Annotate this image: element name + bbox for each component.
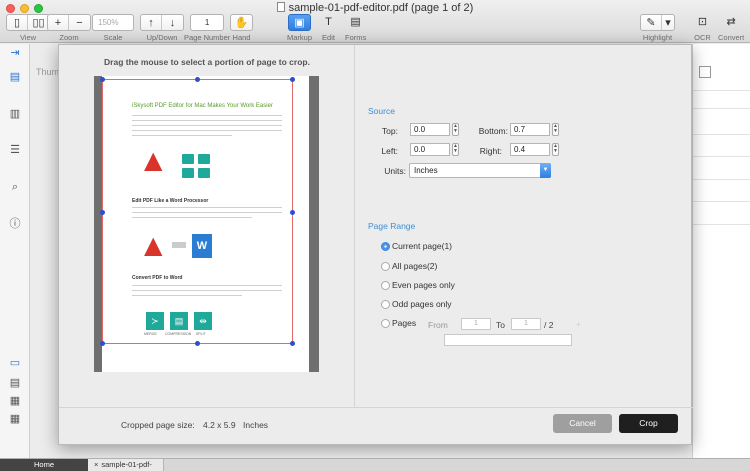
convert-icon[interactable]: ⇄	[721, 14, 742, 29]
single-page-view-icon[interactable]: ▯	[7, 15, 28, 30]
edit-group: T Edit	[318, 14, 339, 43]
hand-tool-icon[interactable]: ✋	[231, 15, 252, 30]
grid-page-icon[interactable]: ▦	[8, 413, 22, 425]
right-side-panel	[692, 44, 750, 458]
top-stepper[interactable]: ▲ ▼	[452, 123, 459, 136]
right-stepper[interactable]: ▲ ▼	[552, 143, 559, 156]
markup-group: ▣ Markup	[287, 14, 312, 42]
bottom-stepper[interactable]: ▲ ▼	[552, 123, 559, 136]
crop-handle-bottom[interactable]	[195, 341, 200, 346]
radio-button[interactable]	[381, 318, 390, 328]
panel-toggle-icon[interactable]	[699, 66, 711, 78]
thumbnails-icon[interactable]: ▤	[8, 71, 22, 83]
forms-icon[interactable]: ▤	[345, 14, 366, 29]
top-input[interactable]: 0.0	[410, 123, 450, 136]
ocr-group: ⊡ OCR	[692, 14, 713, 42]
view-group: ▯ ▯▯ View	[6, 14, 50, 42]
page-up-button[interactable]: ↑	[141, 15, 162, 30]
left-stepper[interactable]: ▲ ▼	[452, 143, 459, 156]
zoom-in-button[interactable]: +	[48, 15, 69, 30]
crop-button[interactable]: Crop	[619, 414, 678, 433]
bottom-input[interactable]: 0.7	[510, 123, 550, 136]
scale-field[interactable]: 150%	[92, 14, 134, 31]
page-number-input[interactable]: 1	[190, 14, 225, 31]
right-input[interactable]: 0.4	[510, 143, 550, 156]
window-title: sample-01-pdf-editor.pdf (page 1 of 2)	[0, 2, 750, 14]
highlight-dropdown-icon[interactable]: ▾	[662, 15, 674, 30]
highlight-pen-icon[interactable]: ✎	[641, 15, 662, 30]
continuous-page-icon[interactable]: ▤	[8, 377, 22, 389]
single-page-icon[interactable]: ▭	[8, 357, 22, 369]
bookmarks-icon[interactable]: ▥	[8, 108, 22, 120]
updown-group: ↑ ↓ Up/Down	[140, 14, 184, 42]
forms-group: ▤ Forms	[345, 14, 367, 42]
outline-list-icon[interactable]: ☰	[8, 144, 22, 156]
crop-dialog: Drag the mouse to select a portion of pa…	[58, 44, 693, 446]
left-sidebar: ⇥ ▤ ▥ ☰ ⌕ ⓘ ▭ ▤ ▦ ▦	[0, 44, 30, 458]
zoom-group: + − Zoom	[47, 14, 91, 42]
hand-group: ✋ Hand	[230, 14, 253, 42]
page-number-group: 1 Page Number	[184, 14, 230, 42]
left-input[interactable]: 0.0	[410, 143, 450, 156]
crop-handle-top-left[interactable]	[100, 77, 105, 82]
radio-button[interactable]	[381, 241, 390, 251]
crop-preview-pane: Drag the mouse to select a portion of pa…	[59, 45, 355, 407]
add-range-icon[interactable]: +	[576, 319, 581, 329]
cancel-button[interactable]: Cancel	[553, 414, 612, 433]
to-page-input[interactable]: 1	[511, 318, 541, 330]
units-select[interactable]: Inches ▼	[409, 163, 551, 178]
crop-handle-right[interactable]	[290, 210, 295, 215]
crop-handle-bottom-left[interactable]	[100, 341, 105, 346]
cropped-size-value: 4.2 x 5.9	[203, 420, 236, 430]
info-icon[interactable]: ⓘ	[8, 218, 22, 230]
radio-even-pages[interactable]: Even pages only	[381, 280, 455, 290]
page-range-heading: Page Range	[368, 221, 416, 231]
crop-selection-box[interactable]	[100, 77, 295, 346]
from-page-input[interactable]: 1	[461, 318, 491, 330]
ocr-icon[interactable]: ⊡	[692, 14, 713, 29]
radio-button[interactable]	[381, 299, 390, 309]
crop-instruction: Drag the mouse to select a portion of pa…	[104, 57, 310, 67]
document-icon	[276, 2, 285, 12]
crop-handle-bottom-right[interactable]	[290, 341, 295, 346]
search-icon[interactable]: ⌕	[8, 181, 22, 193]
page-preview[interactable]: iSkysoft PDF Editor for Mac Makes Your W…	[94, 76, 319, 372]
markup-icon[interactable]: ▣	[289, 15, 310, 30]
radio-odd-pages[interactable]: Odd pages only	[381, 299, 452, 309]
zoom-out-button[interactable]: −	[69, 15, 90, 30]
crop-settings-pane: Source Top: 0.0 ▲ ▼ Bottom: 0.7 ▲ ▼ Left: …	[356, 45, 693, 407]
pages-range-input[interactable]	[444, 334, 572, 346]
chevron-down-icon: ▼	[540, 163, 551, 178]
sidebar-toggle-icon[interactable]: ⇥	[8, 47, 22, 59]
radio-button[interactable]	[381, 261, 390, 271]
tab-home[interactable]: Home	[0, 459, 88, 471]
crop-dialog-footer: Cropped page size: 4.2 x 5.9 Inches Canc…	[59, 407, 693, 446]
facing-page-icon[interactable]: ▦	[8, 395, 22, 407]
two-page-view-icon[interactable]: ▯▯	[28, 15, 49, 30]
page-down-button[interactable]: ↓	[162, 15, 183, 30]
radio-button[interactable]	[381, 280, 390, 290]
close-tab-icon[interactable]: ×	[94, 460, 98, 469]
main-toolbar: sample-01-pdf-editor.pdf (page 1 of 2) ▯…	[0, 0, 750, 43]
edit-icon[interactable]: T	[318, 14, 339, 29]
radio-all-pages[interactable]: All pages(2)	[381, 261, 437, 271]
radio-current-page[interactable]: Current page(1)	[381, 241, 452, 251]
convert-group: ⇄ Convert	[718, 14, 745, 42]
scale-group: 150% Scale	[92, 14, 134, 42]
radio-pages[interactable]: Pages	[381, 318, 416, 328]
crop-handle-top[interactable]	[195, 77, 200, 82]
crop-handle-left[interactable]	[100, 210, 105, 215]
tab-document[interactable]: ×sample-01-pdf-e...	[88, 459, 164, 471]
crop-handle-top-right[interactable]	[290, 77, 295, 82]
source-heading: Source	[368, 106, 395, 116]
document-tab-bar: Home ×sample-01-pdf-e...	[0, 458, 750, 471]
highlight-group: ✎ ▾ Highlight	[640, 14, 675, 42]
